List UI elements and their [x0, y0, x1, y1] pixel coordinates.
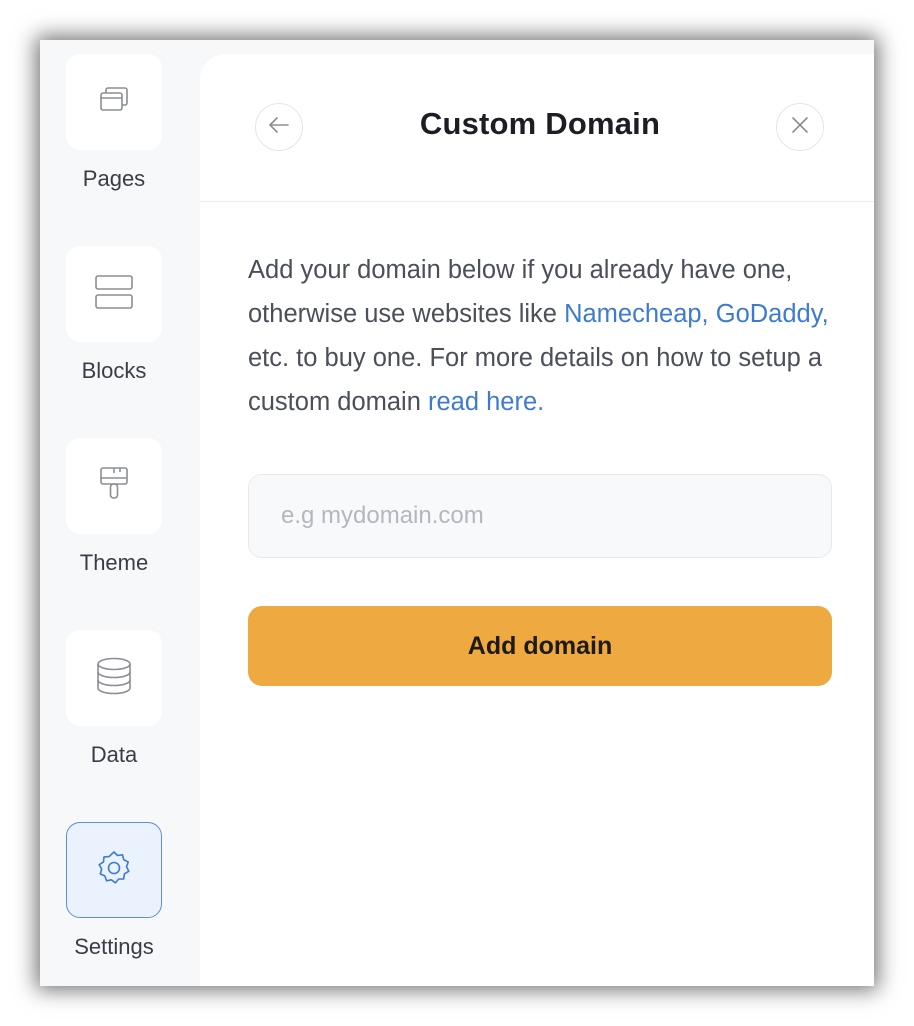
pages-icon: [97, 85, 131, 120]
close-button[interactable]: [776, 103, 824, 151]
sidebar-tile-pages[interactable]: [66, 54, 162, 150]
sidebar: Pages Blocks Theme Data Settings: [40, 40, 200, 986]
app-window: Pages Blocks Theme Data Settings Custom …: [40, 40, 874, 986]
sidebar-tile-data[interactable]: [66, 630, 162, 726]
sidebar-item-settings[interactable]: Settings: [40, 808, 188, 978]
sidebar-item-theme[interactable]: Theme: [40, 424, 188, 594]
domain-input[interactable]: [248, 474, 832, 558]
sidebar-item-label: Theme: [79, 550, 149, 575]
close-icon: [790, 115, 810, 140]
custom-domain-panel: Custom Domain Add your domain below if y…: [200, 54, 874, 986]
godaddy-link[interactable]: GoDaddy,: [716, 300, 829, 328]
sidebar-tile-settings[interactable]: [66, 822, 162, 918]
read-here-link[interactable]: read here.: [428, 388, 544, 416]
sidebar-item-label: Blocks: [81, 358, 147, 383]
sidebar-tile-blocks[interactable]: [66, 246, 162, 342]
sidebar-item-pages[interactable]: Pages: [40, 40, 188, 210]
database-icon: [96, 657, 132, 700]
page-title: Custom Domain: [419, 106, 661, 141]
sidebar-item-blocks[interactable]: Blocks: [40, 232, 188, 402]
paintbrush-icon: [98, 466, 130, 507]
sidebar-item-label: Pages: [82, 166, 146, 191]
add-domain-button[interactable]: Add domain: [248, 606, 832, 686]
namecheap-link[interactable]: Namecheap,: [564, 300, 709, 328]
description-text: Add your domain below if you already hav…: [248, 248, 838, 424]
description-part: [709, 300, 716, 328]
panel-header: Custom Domain: [200, 54, 874, 202]
sidebar-item-data[interactable]: Data: [40, 616, 188, 786]
sidebar-item-label: Data: [90, 742, 138, 767]
sidebar-tile-theme[interactable]: [66, 438, 162, 534]
blocks-icon: [94, 274, 134, 315]
sidebar-item-label: Settings: [74, 934, 154, 959]
gear-icon: [95, 849, 133, 892]
